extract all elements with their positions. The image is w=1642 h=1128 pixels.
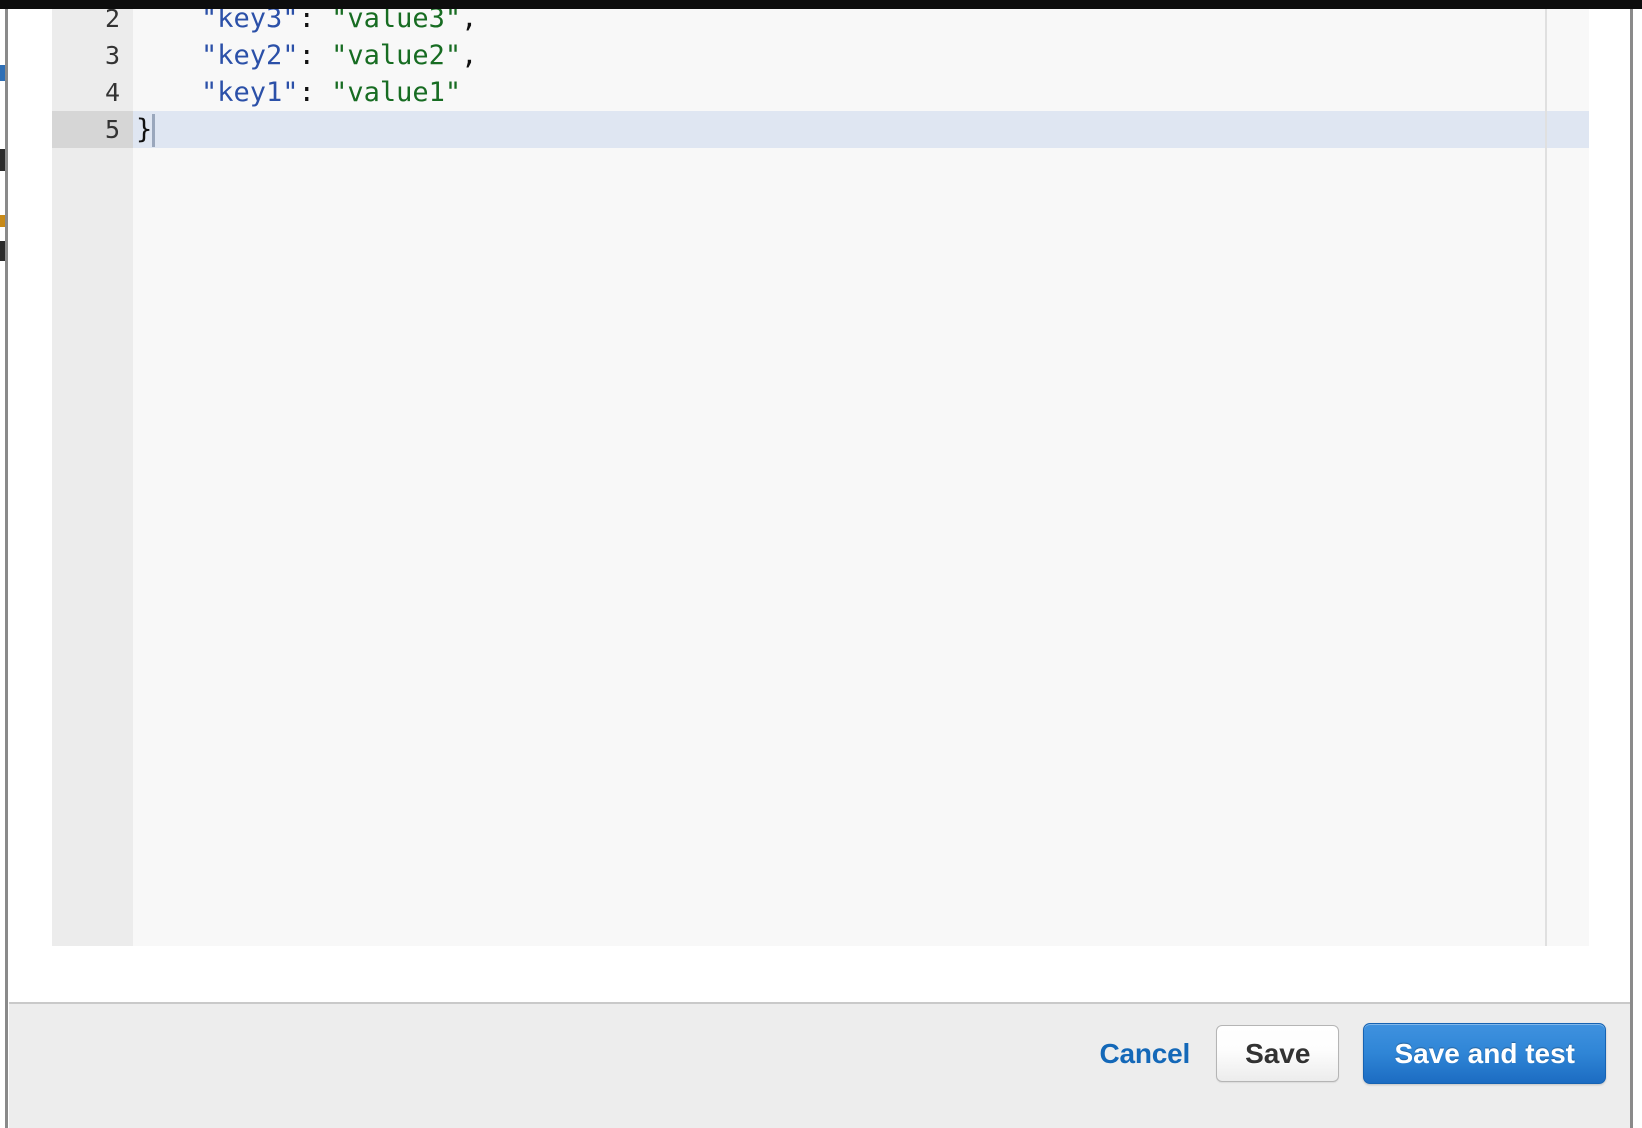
code-line[interactable]: "key1": "value1": [133, 74, 461, 111]
code-token-punc: }: [136, 114, 153, 145]
modal-footer: Cancel Save Save and test: [9, 1002, 1630, 1128]
code-token-punc: :: [298, 77, 332, 108]
code-token-key: "key2": [201, 40, 299, 71]
gutter-line-number: 5: [52, 111, 133, 148]
code-token-punc: ,: [461, 40, 478, 71]
footer-actions: Cancel Save Save and test: [1089, 1023, 1606, 1084]
editor-code-surface[interactable]: "key3": "value3", "key2": "value2", "key…: [133, 9, 1589, 946]
code-token-key: "key3": [201, 9, 299, 34]
code-token-key: "key1": [201, 77, 299, 108]
modal-left-edge: [5, 9, 8, 1128]
code-token-val: "value2": [331, 40, 462, 71]
top-chrome-strip: [0, 0, 1642, 9]
gutter-line-number: 2: [104, 9, 120, 33]
gutter-line-number: 3: [104, 41, 120, 70]
code-token-punc: [136, 77, 201, 108]
background-fragment: [0, 215, 5, 227]
code-token-punc: ,: [461, 9, 478, 34]
save-and-test-button[interactable]: Save and test: [1363, 1023, 1606, 1084]
modal-body: 2 3 4 5 "key3": "value3", "key2": "value2",…: [9, 9, 1630, 1002]
editor-gutter: 2 3 4 5: [52, 9, 133, 946]
print-margin-guide: [1545, 9, 1547, 946]
code-token-punc: :: [298, 9, 332, 34]
code-token-punc: [136, 40, 201, 71]
background-page-sliver: [0, 9, 9, 1128]
code-line[interactable]: "key2": "value2",: [133, 37, 477, 74]
background-fragment: [0, 65, 5, 81]
code-token-val: "value3": [331, 9, 462, 34]
background-fragment: [0, 149, 5, 171]
code-token-punc: [136, 9, 201, 34]
cancel-button[interactable]: Cancel: [1089, 1038, 1216, 1070]
code-line[interactable]: "key3": "value3",: [133, 9, 477, 37]
save-button[interactable]: Save: [1216, 1025, 1340, 1082]
screen: 2 3 4 5 "key3": "value3", "key2": "value2",…: [0, 0, 1642, 1128]
active-line-highlight: [133, 111, 1589, 148]
background-fragment: [0, 241, 5, 261]
code-token-punc: :: [298, 40, 332, 71]
gutter-line-number: 4: [104, 78, 120, 107]
json-code-editor[interactable]: 2 3 4 5 "key3": "value3", "key2": "value2",…: [52, 9, 1589, 946]
code-line[interactable]: }: [133, 111, 152, 148]
text-cursor: [152, 114, 156, 147]
code-token-val: "value1": [331, 77, 462, 108]
editor-modal-dialog: 2 3 4 5 "key3": "value3", "key2": "value2",…: [9, 9, 1633, 1128]
